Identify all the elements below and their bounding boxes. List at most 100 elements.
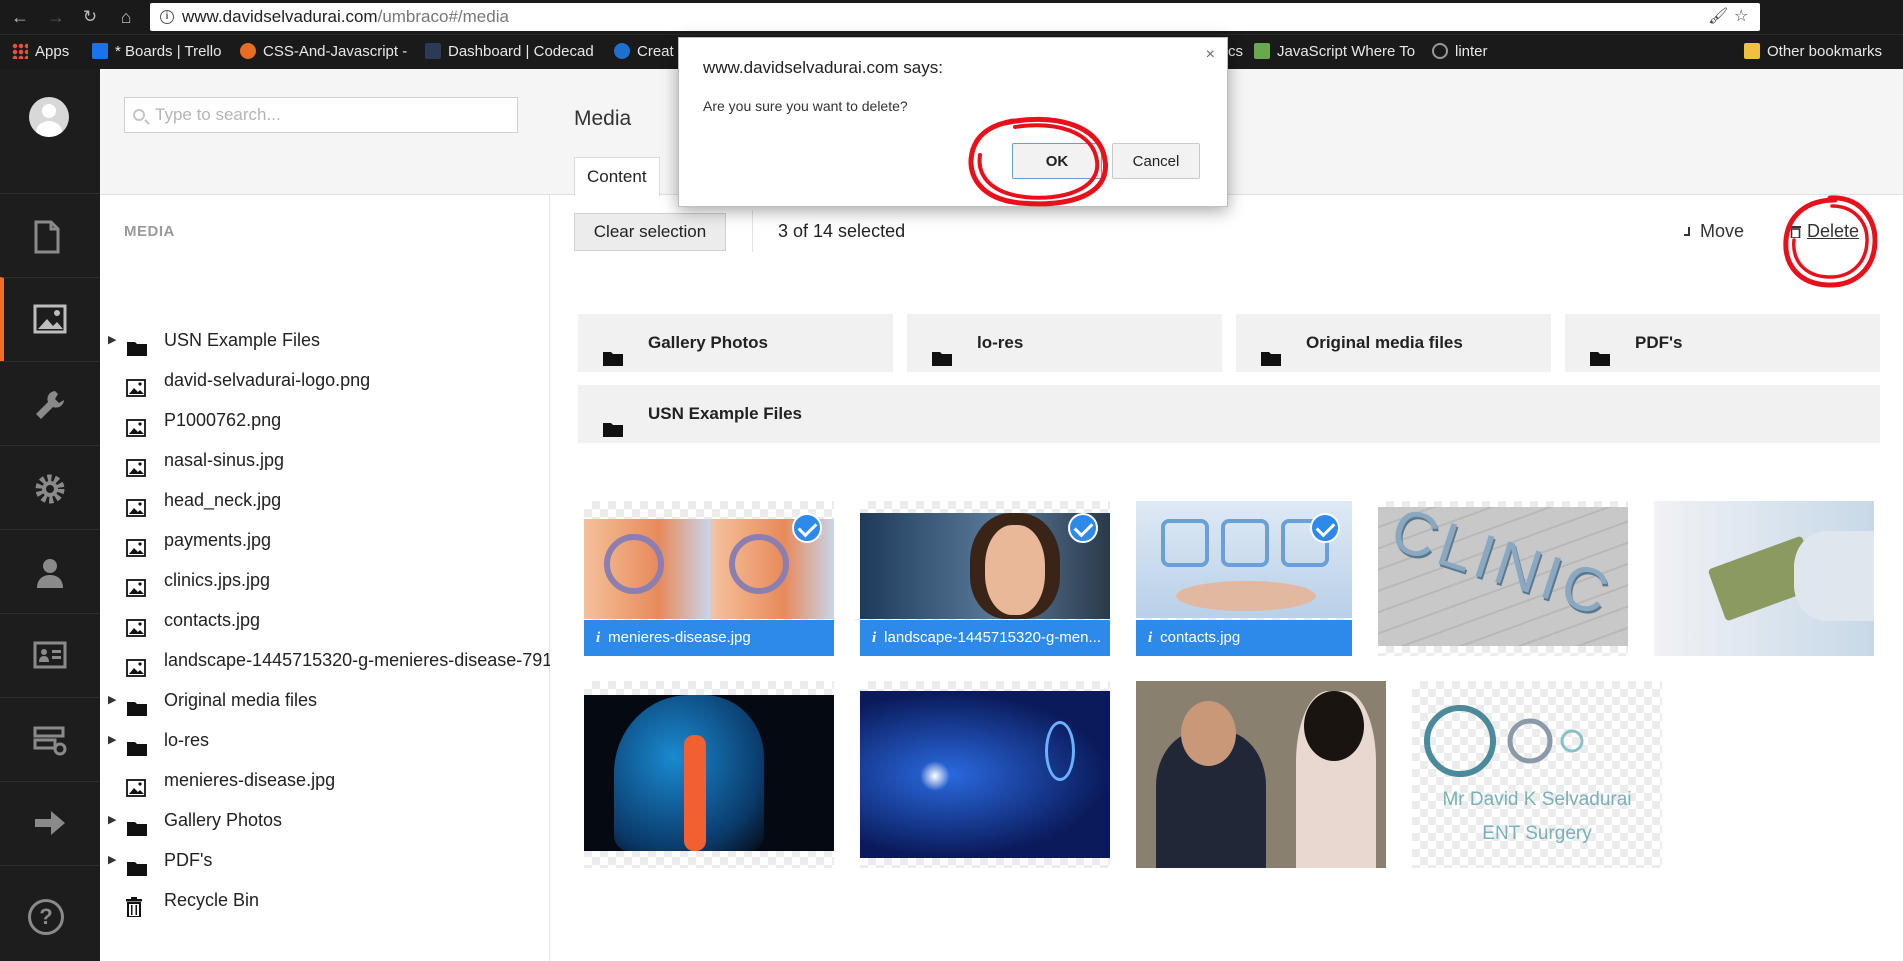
bookmark-star-icon[interactable]: ☆ xyxy=(1734,3,1748,31)
id-card-icon xyxy=(33,641,67,669)
forward-arrow-icon[interactable]: → xyxy=(44,5,68,29)
tree-item-label: P1000762.png xyxy=(164,410,282,430)
cancel-button[interactable]: Cancel xyxy=(1112,143,1200,179)
checkmark-icon[interactable] xyxy=(1310,513,1340,543)
url-host: www.davidselvadurai.com xyxy=(182,7,378,26)
folder-tile[interactable]: USN Example Files xyxy=(578,385,1880,443)
info-icon[interactable]: i xyxy=(160,10,174,24)
move-button[interactable]: Move xyxy=(1684,221,1744,242)
caret-right-icon[interactable]: ▶ xyxy=(108,320,116,360)
tree-item-label: david-selvadurai-logo.png xyxy=(164,370,371,390)
media-item[interactable]: i menieres-disease.jpg xyxy=(584,501,834,656)
folder-tile[interactable]: Gallery Photos xyxy=(578,314,893,372)
trello-icon xyxy=(92,43,108,59)
media-item[interactable]: i landscape-1445715320-g-men... xyxy=(860,501,1110,656)
codepen-icon xyxy=(240,43,256,59)
tree-item[interactable]: landscape-1445715320-g-menieres-disease-… xyxy=(100,640,550,680)
tree-item[interactable]: ▶ PDF's xyxy=(100,840,550,880)
confirm-dialog: www.davidselvadurai.com says: × Are you … xyxy=(678,37,1228,207)
arrow-right-icon xyxy=(35,811,65,835)
media-caption-text: menieres-disease.jpg xyxy=(608,629,751,646)
tree-item[interactable]: ▶ lo-res xyxy=(100,720,550,760)
image-icon xyxy=(126,779,146,797)
bookmark-trello[interactable]: * Boards | Trello xyxy=(92,35,221,69)
folder-label: PDF's xyxy=(1635,333,1683,352)
section-redirects[interactable] xyxy=(0,781,100,865)
bookmark-label: Other bookmarks xyxy=(1767,43,1883,60)
tree-item[interactable]: ▶ Gallery Photos xyxy=(100,800,550,840)
tab-content[interactable]: Content xyxy=(574,157,660,196)
caret-right-icon[interactable]: ▶ xyxy=(108,840,116,880)
section-forms[interactable] xyxy=(0,697,100,781)
folder-tile[interactable]: lo-res xyxy=(907,314,1222,372)
reload-icon[interactable]: ↻ xyxy=(78,5,102,29)
bookmark-javascript-where-to[interactable]: JavaScript Where To xyxy=(1254,35,1415,69)
media-item[interactable] xyxy=(1654,501,1874,656)
tree-item-label: Original media files xyxy=(164,690,318,710)
tree-item[interactable]: menieres-disease.jpg xyxy=(100,760,550,800)
tree-item[interactable]: contacts.jpg xyxy=(100,600,550,640)
home-icon[interactable]: ⌂ xyxy=(114,5,138,29)
tree-item[interactable]: head_neck.jpg xyxy=(100,480,550,520)
divider xyxy=(752,210,753,252)
media-item[interactable] xyxy=(584,681,834,868)
section-members[interactable] xyxy=(0,613,100,697)
media-item[interactable]: i contacts.jpg xyxy=(1136,501,1352,656)
address-bar[interactable]: i www.davidselvadurai.com/umbraco#/media… xyxy=(150,3,1760,31)
folder-icon xyxy=(1261,352,1281,366)
section-media[interactable] xyxy=(0,277,100,361)
close-icon[interactable]: × xyxy=(1206,46,1215,64)
caret-right-icon[interactable]: ▶ xyxy=(108,720,116,760)
folder-label: lo-res xyxy=(977,333,1024,352)
tree-item[interactable]: david-selvadurai-logo.png xyxy=(100,360,550,400)
delete-button[interactable]: Delete xyxy=(1790,221,1859,242)
search-input[interactable] xyxy=(124,97,518,133)
bookmark-codecademy[interactable]: Dashboard | Codecad xyxy=(425,35,600,69)
ok-button[interactable]: OK xyxy=(1012,143,1102,179)
help-icon[interactable]: ? xyxy=(28,899,64,935)
section-content[interactable] xyxy=(0,193,100,277)
tree-item[interactable]: ▶ USN Example Files xyxy=(100,320,550,360)
extension-icon[interactable]: 🖌 xyxy=(1708,3,1728,31)
image-icon xyxy=(126,499,146,517)
tree-item[interactable]: payments.jpg xyxy=(100,520,550,560)
tree-item-label: contacts.jpg xyxy=(164,610,261,630)
section-settings[interactable] xyxy=(0,361,100,445)
folder-label: Original media files xyxy=(1306,333,1463,352)
bookmark-other[interactable]: Other bookmarks xyxy=(1744,35,1882,69)
bookmark-create[interactable]: Creat xyxy=(614,35,674,69)
folder-tile[interactable]: Original media files xyxy=(1236,314,1551,372)
tree-item[interactable]: nasal-sinus.jpg xyxy=(100,440,550,480)
tree-item[interactable]: ▶ Original media files xyxy=(100,680,550,720)
folder-icon xyxy=(932,352,952,366)
media-thumbnail: Mr David K Selvadurai ENT Surgery xyxy=(1412,681,1662,868)
media-item[interactable] xyxy=(860,681,1110,868)
bookmark-label: CSS-And-Javascript - xyxy=(263,43,408,60)
bookmark-label: * Boards | Trello xyxy=(115,43,222,60)
media-item[interactable] xyxy=(1136,681,1386,868)
bookmark-css-js[interactable]: CSS-And-Javascript - xyxy=(240,35,410,69)
folder-tile[interactable]: PDF's xyxy=(1565,314,1880,372)
media-item[interactable]: CLINIC xyxy=(1378,501,1628,656)
clear-selection-button[interactable]: Clear selection xyxy=(574,213,726,251)
checkmark-icon[interactable] xyxy=(792,513,822,543)
tree-item-label: landscape-1445715320-g-menieres-disease-… xyxy=(164,650,550,670)
bookmark-partial[interactable]: cs xyxy=(1228,35,1248,69)
section-users[interactable] xyxy=(0,529,100,613)
bookmark-linter[interactable]: linter xyxy=(1432,35,1488,69)
tree-item[interactable]: Recycle Bin xyxy=(100,880,550,920)
user-avatar[interactable] xyxy=(29,97,69,137)
tree-item-label: USN Example Files xyxy=(164,330,321,350)
document-icon xyxy=(34,220,60,254)
tree-item[interactable]: clinics.jps.jpg xyxy=(100,560,550,600)
caret-right-icon[interactable]: ▶ xyxy=(108,680,116,720)
caret-right-icon[interactable]: ▶ xyxy=(108,800,116,840)
logo-text-line1: Mr David K Selvadurai xyxy=(1442,789,1632,810)
media-item[interactable]: Mr David K Selvadurai ENT Surgery xyxy=(1412,681,1662,868)
back-arrow-icon[interactable]: ← xyxy=(8,5,32,29)
tree-item[interactable]: P1000762.png xyxy=(100,400,550,440)
folder-icon xyxy=(1590,352,1610,366)
section-developer[interactable] xyxy=(0,445,100,529)
checkmark-icon[interactable] xyxy=(1068,513,1098,543)
bookmark-apps[interactable]: Apps xyxy=(12,35,69,69)
